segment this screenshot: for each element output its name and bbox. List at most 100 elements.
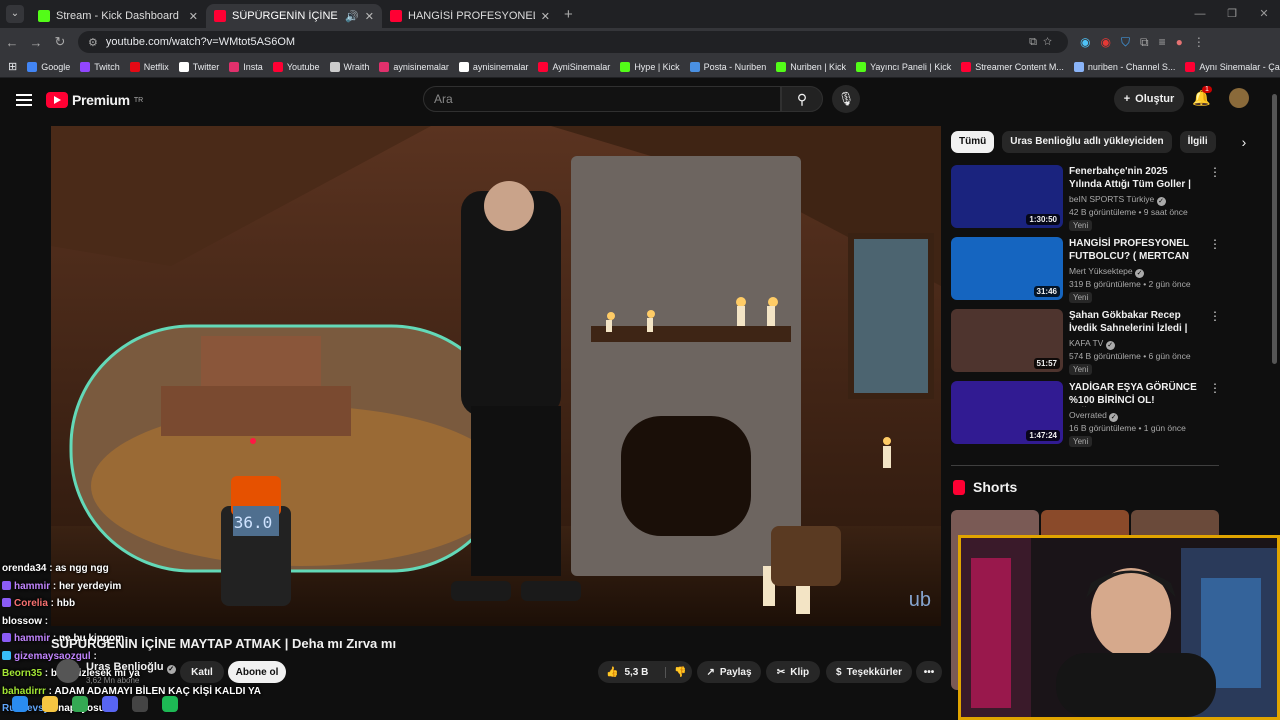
recommended-video[interactable]: 1:47:24 YADİGAR EŞYA GÖRÜNCE %100 BİRİNC… — [951, 381, 1221, 447]
chat-username[interactable]: bahadirrr — [2, 686, 46, 697]
channel-watermark[interactable]: ub — [909, 589, 931, 612]
shield-icon[interactable]: ⛉ — [1121, 35, 1130, 50]
like-button[interactable]: 👍 5,3 B — [606, 667, 648, 678]
bookmark[interactable]: aynisinemalar — [379, 61, 449, 72]
create-button[interactable]: + Oluştur — [1114, 86, 1184, 112]
close-tab-icon[interactable]: ✕ — [365, 10, 374, 23]
tab-youtube-other[interactable]: HANGİSİ PROFESYONEL FUTBO ✕ — [382, 4, 558, 28]
recommended-title[interactable]: Fenerbahçe'nin 2025 Yılında Attığı Tüm G… — [1069, 165, 1197, 191]
recommended-title[interactable]: HANGİSİ PROFESYONEL FUTBOLCU? ( MERTCAN … — [1069, 237, 1197, 263]
tab-kick-dashboard[interactable]: Stream - Kick Dashboard ✕ — [30, 4, 206, 28]
windows-icon[interactable] — [12, 696, 28, 712]
more-options-icon[interactable]: ⋮ — [1209, 381, 1221, 395]
more-options-icon[interactable]: ⋮ — [1209, 237, 1221, 251]
speaker-icon[interactable]: 🔊 — [345, 10, 359, 23]
recommended-channel[interactable]: Overrated ✓ — [1069, 410, 1119, 422]
chat-username[interactable]: Corelia — [14, 598, 48, 609]
search-input[interactable]: Ara — [423, 86, 781, 112]
bookmark[interactable]: Hype | Kick — [620, 61, 680, 72]
maximize-icon[interactable]: ❐ — [1216, 0, 1248, 28]
bookmark[interactable]: Posta - Nuriben — [689, 61, 766, 72]
apps-icon[interactable]: ⊞ — [8, 60, 17, 73]
bookmark[interactable]: Wraith — [329, 61, 369, 72]
bookmark[interactable]: Twitch — [80, 61, 120, 72]
bookmark[interactable]: Google — [27, 61, 70, 72]
video-thumbnail[interactable]: 1:30:50 — [951, 165, 1063, 228]
recommended-channel[interactable]: KAFA TV ✓ — [1069, 338, 1115, 350]
subscribe-button[interactable]: Abone ol — [228, 661, 286, 683]
forward-icon[interactable]: → — [24, 35, 48, 50]
video-thumbnail[interactable]: 1:47:24 — [951, 381, 1063, 444]
channel-name[interactable]: Uras Benlioğlu ✓ — [86, 661, 176, 674]
recommended-channel[interactable]: beIN SPORTS Türkiye ✓ — [1069, 194, 1166, 206]
search-icon[interactable]: ⚲ — [781, 86, 823, 112]
chat-username[interactable]: Beorn35 — [2, 668, 42, 679]
extension-icon[interactable]: ◉ — [1080, 35, 1090, 50]
bookmark[interactable]: Aynı Sinemalar - Ça... — [1185, 61, 1280, 72]
scrollbar[interactable] — [1272, 94, 1277, 364]
microphone-icon[interactable]: 🎙 — [832, 85, 860, 113]
extension-icon[interactable]: ◉ — [1100, 35, 1110, 50]
join-button[interactable]: Katıl — [180, 661, 224, 683]
more-actions-icon[interactable]: ••• — [916, 661, 942, 683]
bookmark[interactable]: Insta — [229, 61, 263, 72]
recommended-title[interactable]: YADİGAR EŞYA GÖRÜNCE %100 BİRİNCİ OL! [Ö… — [1069, 381, 1197, 407]
address-bar[interactable]: ⚙ youtube.com/watch?v=WMtot5AS6OM ⧉☆ — [78, 31, 1068, 53]
recommended-channel[interactable]: Mert Yüksektepe ✓ — [1069, 266, 1145, 278]
bookmark[interactable]: AyniSinemalar — [538, 61, 610, 72]
media-icon[interactable]: ≡ — [1159, 35, 1166, 50]
chevron-right-icon[interactable]: › — [1242, 134, 1247, 150]
recommended-video[interactable]: 51:57 Şahan Gökbakar Recep İvedik Sahnel… — [951, 309, 1221, 375]
menu-icon[interactable]: ⋮ — [1193, 35, 1205, 50]
reload-icon[interactable]: ↻ — [48, 34, 72, 50]
folder-icon[interactable] — [42, 696, 58, 712]
video-thumbnail[interactable]: 51:57 — [951, 309, 1063, 372]
bookmark[interactable]: Nuriben | Kick — [776, 61, 846, 72]
bookmark[interactable]: Streamer Content M... — [961, 61, 1064, 72]
recommended-video[interactable]: 1:30:50 Fenerbahçe'nin 2025 Yılında Attı… — [951, 165, 1221, 231]
bookmark[interactable]: aynisinemalar — [458, 61, 528, 72]
close-window-icon[interactable]: ✕ — [1248, 0, 1280, 28]
chat-username[interactable]: gizemaysaozgul — [14, 651, 91, 662]
bookmark[interactable]: Youtube — [272, 61, 320, 72]
bookmark[interactable]: Netflix — [129, 61, 169, 72]
chat-username[interactable]: hammir — [14, 633, 50, 644]
close-tab-icon[interactable]: ✕ — [541, 10, 550, 23]
dislike-button[interactable]: 👎 — [665, 666, 687, 678]
chip-related[interactable]: İlgili — [1179, 131, 1216, 153]
chip-all[interactable]: Tümü — [951, 131, 995, 153]
more-options-icon[interactable]: ⋮ — [1209, 309, 1221, 323]
chrome-icon[interactable] — [72, 696, 88, 712]
video-thumbnail[interactable]: 31:46 — [951, 237, 1063, 300]
chat-username[interactable]: orenda34 — [2, 563, 46, 574]
tab-youtube-video[interactable]: SÜPÜRGENİN İÇİNE MAYTAP 🔊 ✕ — [206, 4, 382, 28]
bookmark-star-icon[interactable]: ⧉☆ — [1029, 36, 1058, 49]
recommended-title[interactable]: Şahan Gökbakar Recep İvedik Sahnelerini … — [1069, 309, 1197, 335]
chip-from-uploader[interactable]: Uras Benlioğlu adlı yükleyiciden — [1002, 131, 1172, 153]
channel-avatar[interactable] — [56, 659, 80, 683]
close-tab-icon[interactable]: ✕ — [189, 10, 198, 23]
youtube-logo[interactable]: Premium TR — [46, 92, 143, 108]
site-info-icon[interactable]: ⚙ — [88, 36, 98, 49]
chat-username[interactable]: hammir — [14, 581, 50, 592]
bookmark[interactable]: nuriben - Channel S... — [1073, 61, 1175, 72]
share-button[interactable]: ↗ Paylaş — [697, 661, 761, 683]
new-tab-button[interactable]: + — [564, 6, 573, 23]
bookmark[interactable]: Yayıncı Paneli | Kick — [856, 61, 951, 72]
bookmark[interactable]: Twitter — [178, 61, 219, 72]
clip-button[interactable]: ✂ Klip — [766, 661, 820, 683]
chat-username[interactable]: blossow — [2, 616, 42, 627]
profile-icon[interactable]: ● — [1176, 35, 1183, 50]
tab-search-icon[interactable]: ⌄ — [6, 5, 24, 23]
back-icon[interactable]: ← — [0, 35, 24, 50]
spotify-icon[interactable] — [162, 696, 178, 712]
obs-icon[interactable] — [132, 696, 148, 712]
puzzle-icon[interactable]: ⧉ — [1140, 35, 1149, 50]
menu-icon[interactable] — [16, 91, 32, 109]
recommended-video[interactable]: 31:46 HANGİSİ PROFESYONEL FUTBOLCU? ( ME… — [951, 237, 1221, 303]
avatar[interactable] — [1229, 88, 1249, 108]
notifications-bell-icon[interactable]: 🔔 1 — [1192, 86, 1212, 107]
minimize-icon[interactable]: — — [1184, 0, 1216, 28]
thanks-button[interactable]: $ Teşekkürler — [826, 661, 912, 683]
discord-icon[interactable] — [102, 696, 118, 712]
